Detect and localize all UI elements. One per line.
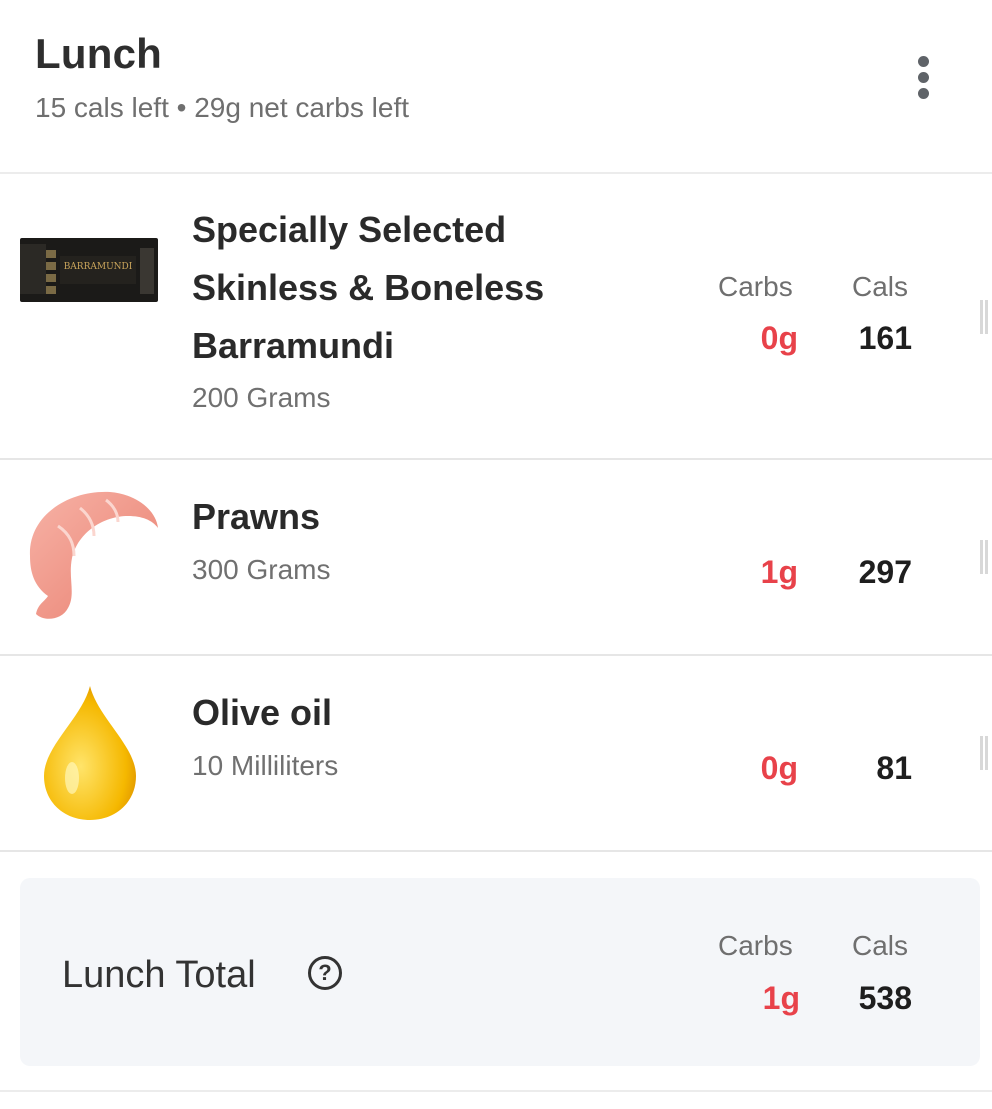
food-name: Olive oil [192, 692, 333, 733]
cals-header: Cals [852, 271, 909, 302]
meal-summary: 15 cals left • 29g net carbs left [35, 92, 410, 123]
more-options-icon[interactable] [906, 52, 940, 104]
meal-total-card: Lunch Total ? Carbs Cals 1g 538 [20, 878, 980, 1066]
package-label: BARRAMUNDI [64, 262, 133, 272]
food-cals: 81 [876, 750, 912, 786]
food-name: Prawns [192, 496, 321, 537]
food-item-barramundi[interactable]: BARRAMUNDI Specially Selected Skinless &… [0, 176, 992, 460]
meal-header: Lunch 15 cals left • 29g net carbs left [0, 0, 992, 174]
food-name: Specially Selected Skinless & Boneless B… [192, 209, 545, 366]
meal-title: Lunch [35, 30, 162, 77]
food-cals: 161 [858, 320, 912, 356]
food-serving: 300 Grams [192, 554, 331, 585]
food-carbs: 0g [760, 320, 798, 356]
prawn-icon [18, 486, 160, 626]
cals-header: Cals [852, 930, 909, 961]
drag-handle[interactable] [980, 736, 988, 770]
food-item-olive-oil[interactable]: Olive oil 10 Milliliters 0g 81 [0, 656, 992, 852]
food-carbs: 1g [760, 554, 798, 590]
divider [0, 1090, 992, 1092]
carbs-header: Carbs [718, 930, 793, 961]
food-item-prawns[interactable]: Prawns 300 Grams 1g 297 [0, 460, 992, 656]
food-serving: 10 Milliliters [192, 750, 339, 781]
barramundi-package-icon: BARRAMUNDI [20, 236, 158, 304]
oil-drop-icon [42, 684, 138, 822]
drag-handle[interactable] [980, 540, 988, 574]
total-cals: 538 [858, 980, 912, 1016]
total-carbs: 1g [762, 980, 800, 1016]
help-icon[interactable]: ? [308, 956, 342, 990]
drag-handle[interactable] [980, 300, 988, 334]
total-label: Lunch Total [62, 954, 256, 996]
food-cals: 297 [858, 554, 912, 590]
food-carbs: 0g [760, 750, 798, 786]
carbs-header: Carbs [718, 271, 793, 302]
food-serving: 200 Grams [192, 382, 331, 413]
